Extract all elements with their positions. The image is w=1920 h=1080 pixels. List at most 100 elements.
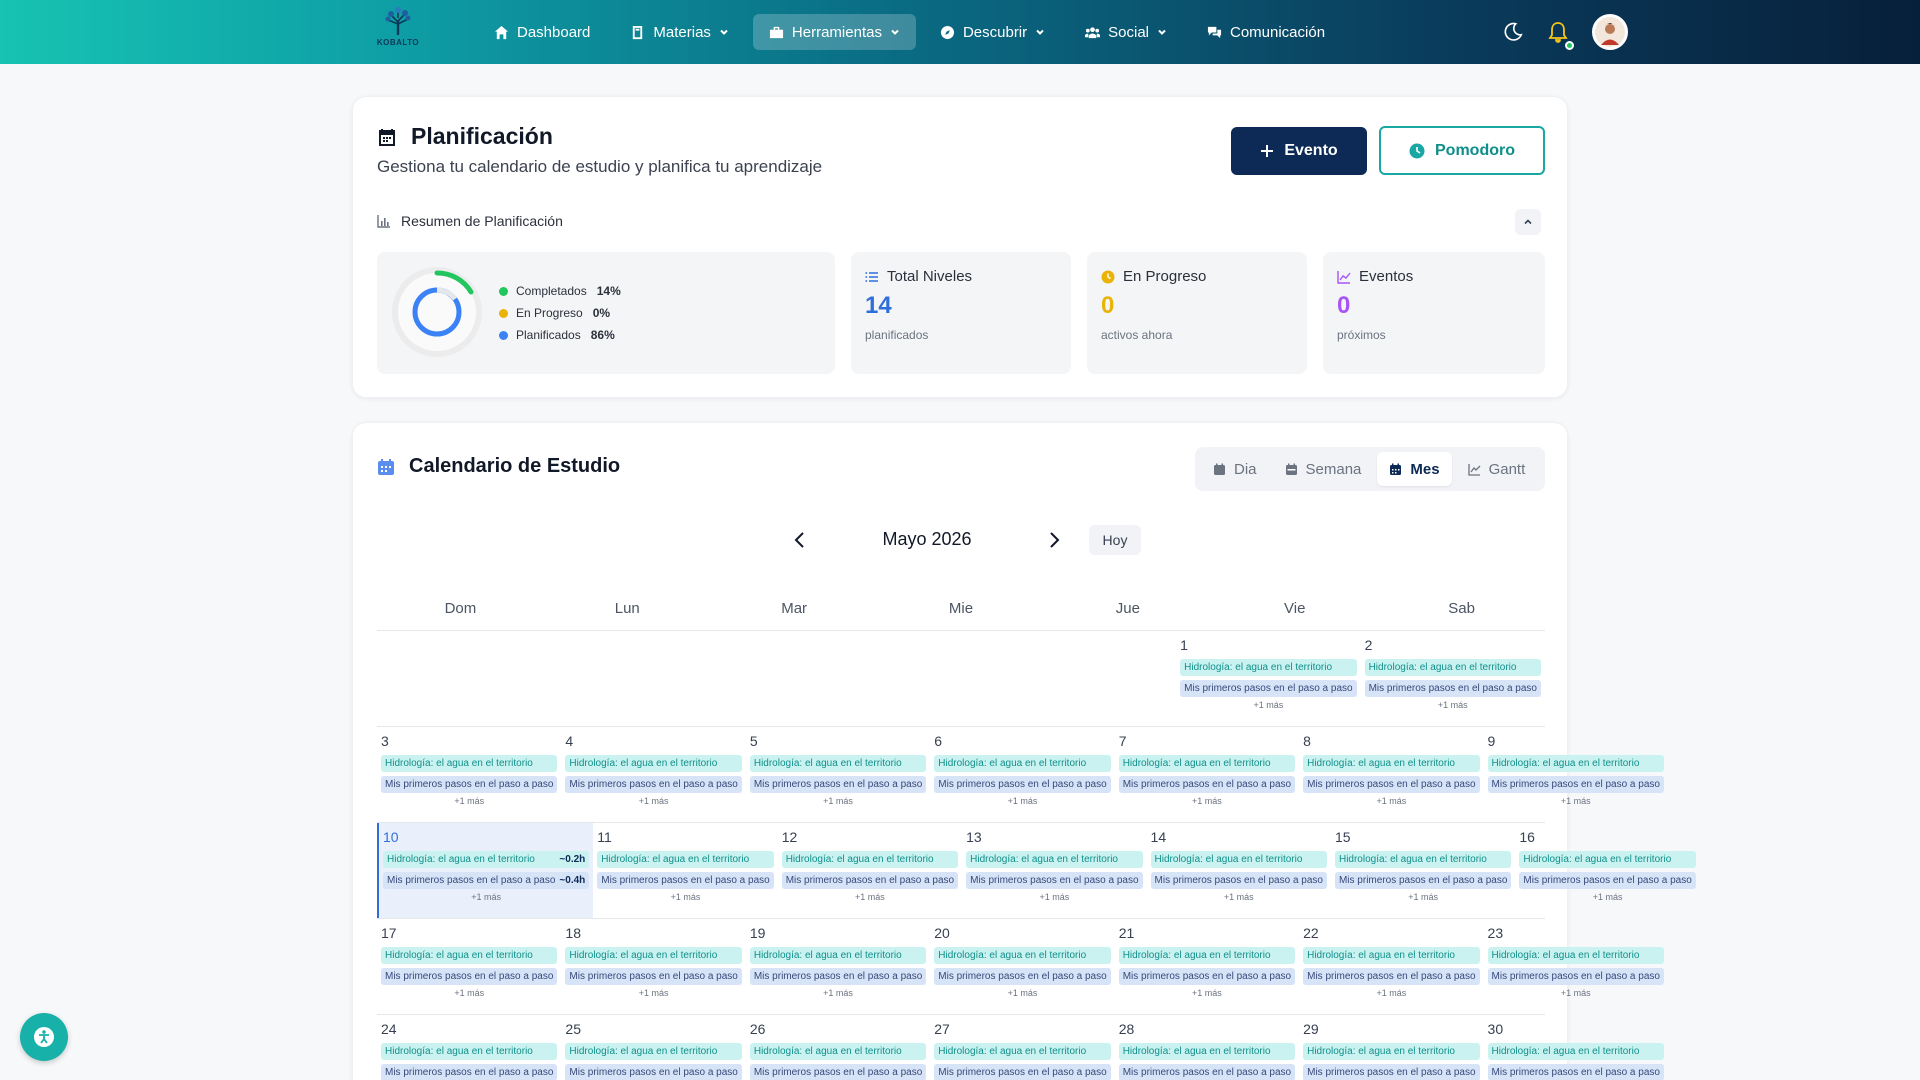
day-cell[interactable]: 7 Hidrología: el agua en el territorio Mis… [1115, 727, 1299, 822]
accessibility-button[interactable] [20, 1013, 68, 1061]
pomodoro-button[interactable]: Pomodoro [1379, 126, 1545, 175]
calendar-event[interactable]: Hidrología: el agua en el territorio [381, 947, 558, 964]
avatar[interactable] [1592, 14, 1628, 50]
more-events-link[interactable]: +1 más [1519, 892, 1695, 902]
day-cell[interactable]: 19 Hidrología: el agua en el territorio Mi… [746, 919, 930, 1014]
calendar-event[interactable]: Hidrología: el agua en el territorio [597, 851, 774, 868]
calendar-event[interactable]: Hidrología: el agua en el territorio [1118, 1043, 1296, 1060]
logo[interactable]: KOBALTO [372, 6, 424, 56]
nav-social[interactable]: Social [1069, 14, 1183, 50]
day-cell[interactable]: 18 Hidrología: el agua en el territorio Mi… [561, 919, 745, 1014]
more-events-link[interactable]: +1 más [1151, 892, 1327, 902]
calendar-event[interactable]: Hidrología: el agua en el territorio [1150, 851, 1327, 868]
more-events-link[interactable]: +1 más [597, 892, 773, 902]
calendar-event[interactable]: Mis primeros pasos en el paso a paso [1303, 968, 1480, 985]
calendar-event[interactable]: Hidrología: el agua en el territorio [1303, 947, 1480, 964]
day-cell[interactable]: 29 Hidrología: el agua en el territorio Mi… [1299, 1015, 1483, 1080]
calendar-event[interactable]: Mis primeros pasos en el paso a paso [1118, 1064, 1296, 1080]
calendar-event[interactable]: Hidrología: el agua en el territorio [381, 755, 558, 772]
calendar-event[interactable]: Hidrología: el agua en el territorio [1303, 755, 1480, 772]
calendar-event[interactable]: Hidrología: el agua en el territorio [381, 1043, 558, 1060]
calendar-event[interactable]: Mis primeros pasos en el paso a paso [781, 872, 959, 889]
chevron-right-icon[interactable] [1043, 529, 1065, 551]
day-cell[interactable]: 17 Hidrología: el agua en el territorio Mi… [377, 919, 561, 1014]
calendar-event[interactable]: Hidrología: el agua en el territorio [749, 755, 927, 772]
nav-materias[interactable]: Materias [614, 14, 745, 50]
calendar-event[interactable]: Mis primeros pasos en el paso a paso [1150, 872, 1327, 889]
calendar-event[interactable]: Hidrología: el agua en el territorio [1303, 1043, 1480, 1060]
more-events-link[interactable]: +1 más [1488, 988, 1664, 998]
calendar-event[interactable]: Hidrología: el agua en el territorio [565, 947, 742, 964]
day-cell[interactable]: 2 Hidrología: el agua en el territorio Mis… [1361, 631, 1545, 726]
day-cell[interactable]: 4 Hidrología: el agua en el territorio Mis… [561, 727, 745, 822]
calendar-event[interactable]: Hidrología: el agua en el territorio [1334, 851, 1512, 868]
view-month-button[interactable]: Mes [1377, 452, 1452, 486]
more-events-link[interactable]: +1 más [383, 892, 589, 902]
calendar-event[interactable]: Mis primeros pasos en el paso a paso [1487, 968, 1664, 985]
calendar-event[interactable]: Mis primeros pasos en el paso a paso [381, 968, 558, 985]
more-events-link[interactable]: +1 más [1303, 988, 1479, 998]
more-events-link[interactable]: +1 más [966, 892, 1142, 902]
day-cell[interactable]: 28 Hidrología: el agua en el territorio Mi… [1115, 1015, 1299, 1080]
day-cell[interactable]: 1 Hidrología: el agua en el territorio Mis… [1176, 631, 1360, 726]
day-cell[interactable]: 11 Hidrología: el agua en el territorio Mi… [593, 823, 777, 918]
more-events-link[interactable]: +1 más [750, 988, 926, 998]
day-cell[interactable]: 13 Hidrología: el agua en el territorio Mi… [962, 823, 1146, 918]
calendar-event[interactable]: Hidrología: el agua en el territorio [1487, 755, 1664, 772]
day-cell[interactable]: 5 Hidrología: el agua en el territorio Mis… [746, 727, 930, 822]
day-cell[interactable]: 6 Hidrología: el agua en el territorio Mis… [930, 727, 1114, 822]
more-events-link[interactable]: +1 más [1365, 700, 1541, 710]
day-cell[interactable]: 14 Hidrología: el agua en el territorio Mi… [1147, 823, 1331, 918]
calendar-event[interactable]: Mis primeros pasos en el paso a paso [1487, 1064, 1664, 1080]
more-events-link[interactable]: +1 más [782, 892, 958, 902]
calendar-event[interactable]: Hidrología: el agua en el territorio [1487, 947, 1664, 964]
calendar-event[interactable]: Hidrología: el agua en el territorio [1487, 1043, 1664, 1060]
calendar-event[interactable]: Mis primeros pasos en el paso a paso [934, 1064, 1111, 1080]
calendar-event[interactable]: Hidrología: el agua en el territorio [1118, 947, 1296, 964]
calendar-event[interactable]: Mis primeros pasos en el paso a paso ~0.4… [383, 872, 590, 889]
calendar-event[interactable]: Mis primeros pasos en el paso a paso [1118, 776, 1296, 793]
calendar-event[interactable]: Mis primeros pasos en el paso a paso [749, 1064, 927, 1080]
view-gantt-button[interactable]: Gantt [1456, 452, 1538, 486]
calendar-event[interactable]: Mis primeros pasos en el paso a paso [1180, 680, 1357, 697]
calendar-event[interactable]: Hidrología: el agua en el territorio [1180, 659, 1357, 676]
more-events-link[interactable]: +1 más [1335, 892, 1511, 902]
collapse-summary-button[interactable] [1515, 209, 1541, 235]
calendar-event[interactable]: Hidrología: el agua en el territorio [781, 851, 959, 868]
calendar-event[interactable]: Mis primeros pasos en el paso a paso [749, 776, 927, 793]
more-events-link[interactable]: +1 más [1119, 988, 1295, 998]
day-cell[interactable]: 30 Hidrología: el agua en el territorio Mi… [1484, 1015, 1668, 1080]
nav-descubrir[interactable]: Descubrir [924, 14, 1061, 50]
more-events-link[interactable]: +1 más [565, 988, 741, 998]
more-events-link[interactable]: +1 más [381, 988, 557, 998]
add-event-button[interactable]: Evento [1231, 127, 1367, 175]
more-events-link[interactable]: +1 más [565, 796, 741, 806]
calendar-event[interactable]: Hidrología: el agua en el territorio [966, 851, 1143, 868]
more-events-link[interactable]: +1 más [1119, 796, 1295, 806]
day-cell[interactable]: 25 Hidrología: el agua en el territorio Mi… [561, 1015, 745, 1080]
day-cell[interactable]: 26 Hidrología: el agua en el territorio Mi… [746, 1015, 930, 1080]
day-cell[interactable]: 16 Hidrología: el agua en el territorio Mi… [1515, 823, 1699, 918]
calendar-event[interactable]: Mis primeros pasos en el paso a paso [1519, 872, 1696, 889]
calendar-event[interactable]: Hidrología: el agua en el territorio [934, 755, 1111, 772]
day-cell[interactable]: 22 Hidrología: el agua en el territorio Mi… [1299, 919, 1483, 1014]
day-cell[interactable]: 10 Hidrología: el agua en el territorio ~0… [377, 823, 594, 918]
moon-icon[interactable] [1502, 21, 1524, 43]
calendar-event[interactable]: Mis primeros pasos en el paso a paso [565, 776, 742, 793]
calendar-event[interactable]: Hidrología: el agua en el territorio [934, 1043, 1111, 1060]
day-cell[interactable]: 21 Hidrología: el agua en el territorio Mi… [1115, 919, 1299, 1014]
day-cell[interactable]: 3 Hidrología: el agua en el territorio Mis… [377, 727, 561, 822]
nav-herramientas[interactable]: Herramientas [752, 14, 916, 50]
calendar-event[interactable]: Mis primeros pasos en el paso a paso [597, 872, 774, 889]
day-cell[interactable]: 23 Hidrología: el agua en el territorio Mi… [1484, 919, 1668, 1014]
calendar-event[interactable]: Mis primeros pasos en el paso a paso [565, 968, 742, 985]
day-cell[interactable]: 12 Hidrología: el agua en el territorio Mi… [778, 823, 962, 918]
calendar-event[interactable]: Mis primeros pasos en el paso a paso [1364, 680, 1541, 697]
nav-comunicacion[interactable]: Comunicación [1191, 14, 1341, 50]
more-events-link[interactable]: +1 más [381, 796, 557, 806]
calendar-event[interactable]: Hidrología: el agua en el territorio [565, 1043, 742, 1060]
calendar-event[interactable]: Mis primeros pasos en el paso a paso [1334, 872, 1512, 889]
calendar-event[interactable]: Mis primeros pasos en el paso a paso [1303, 776, 1480, 793]
more-events-link[interactable]: +1 más [750, 796, 926, 806]
chevron-left-icon[interactable] [789, 529, 811, 551]
